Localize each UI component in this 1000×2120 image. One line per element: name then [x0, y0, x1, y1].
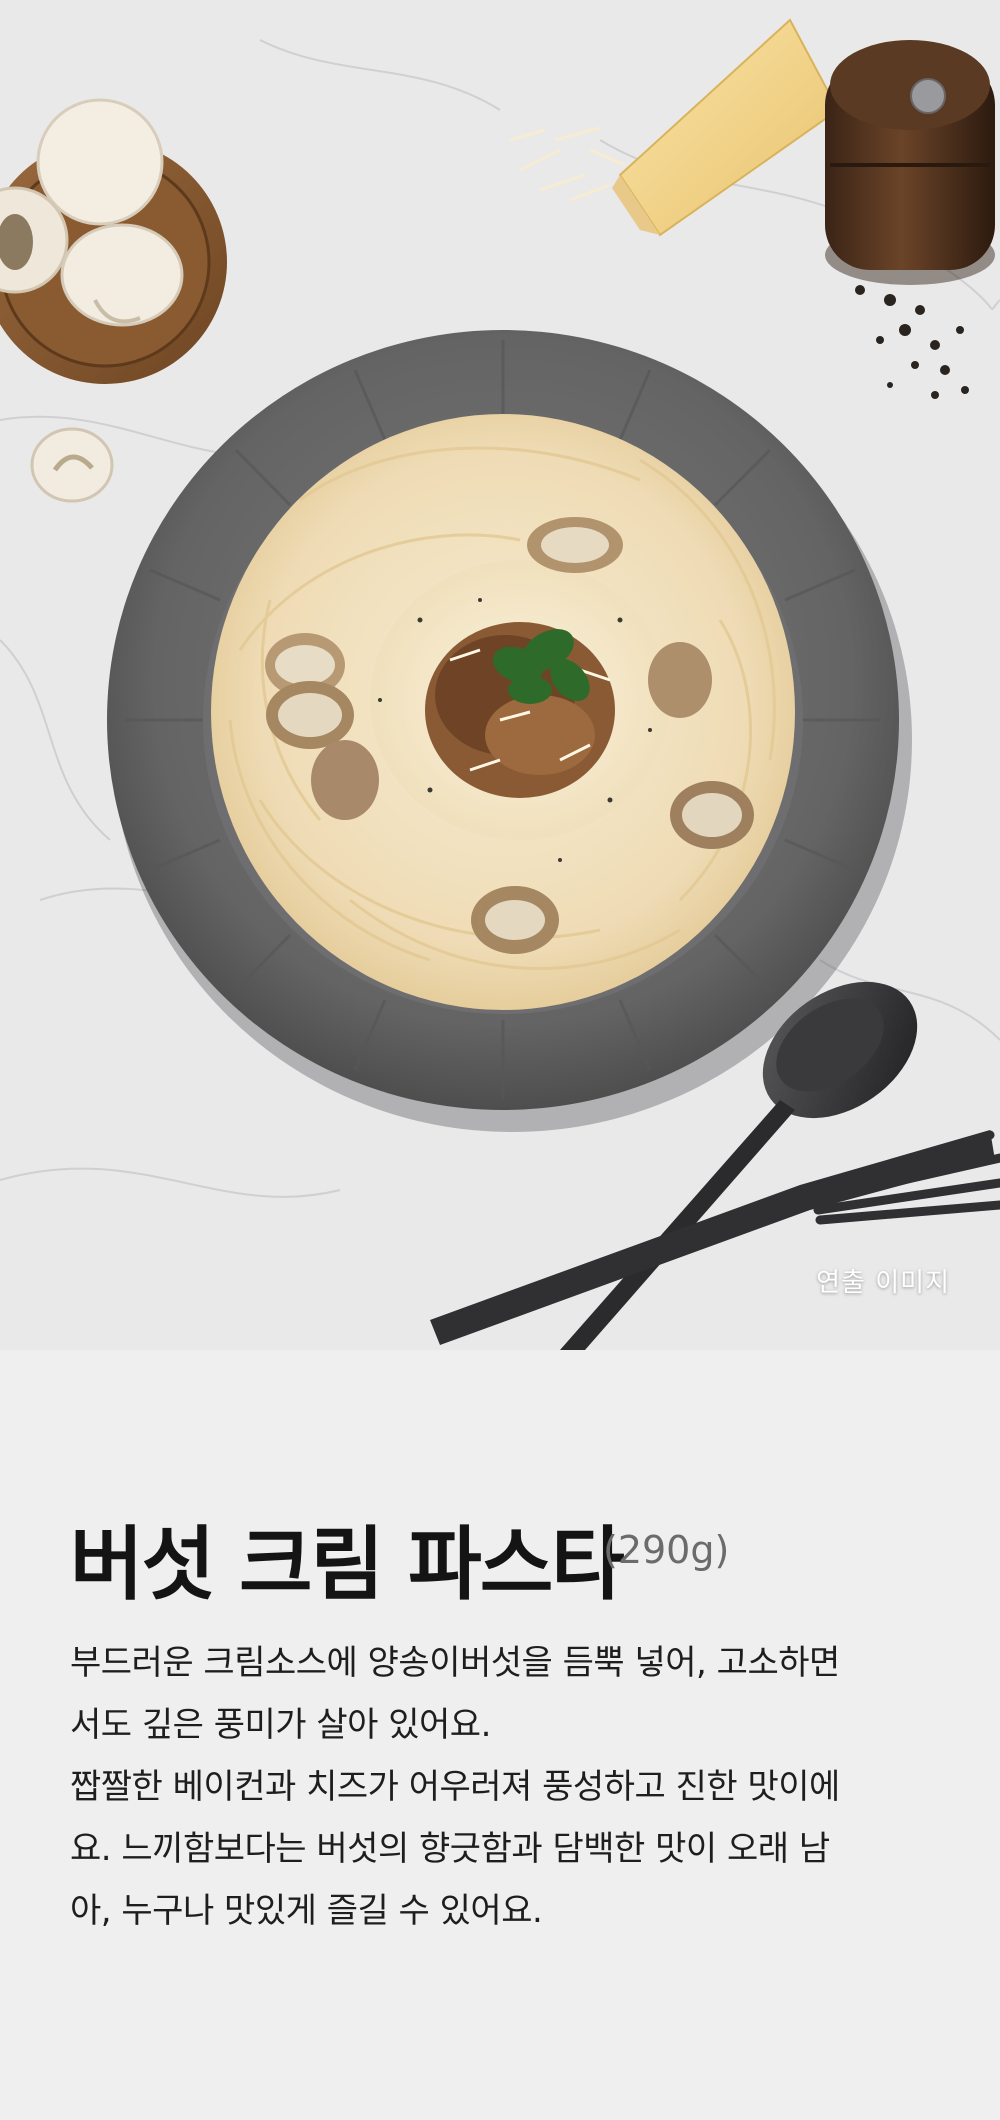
- mushroom-slice: [30, 427, 114, 503]
- description-line: 아, 누구나 맛있게 즐길 수 있어요.: [70, 1891, 543, 1931]
- product-title: 버섯 크림 파스타: [70, 1518, 625, 1611]
- product-weight: (290g): [603, 1528, 730, 1572]
- description-line: 짭짤한 베이컨과 치즈가 어우러져 풍성하고 진한 맛이에: [70, 1767, 840, 1807]
- pasta-photo: [0, 0, 1000, 1350]
- description-line: 요. 느끼함보다는 버섯의 향긋함과 담백한 맛이 오래 남: [70, 1829, 830, 1869]
- product-description: 부드러운 크림소스에 양송이버섯을 듬뿍 넣어, 고소하면 서도 깊은 풍미가 …: [70, 1632, 950, 1942]
- description-line: 서도 깊은 풍미가 살아 있어요.: [70, 1705, 491, 1745]
- hero-image-section: 연출 이미지: [0, 0, 1000, 1350]
- product-info-section: 버섯 크림 파스타 (290g) 부드러운 크림소스에 양송이버섯을 듬뿍 넣어…: [0, 1350, 1000, 2120]
- staging-image-caption: 연출 이미지: [816, 1268, 950, 1298]
- pepper-grinder: [825, 40, 995, 285]
- description-line: 부드러운 크림소스에 양송이버섯을 듬뿍 넣어, 고소하면: [70, 1643, 840, 1683]
- pasta: [211, 414, 795, 1010]
